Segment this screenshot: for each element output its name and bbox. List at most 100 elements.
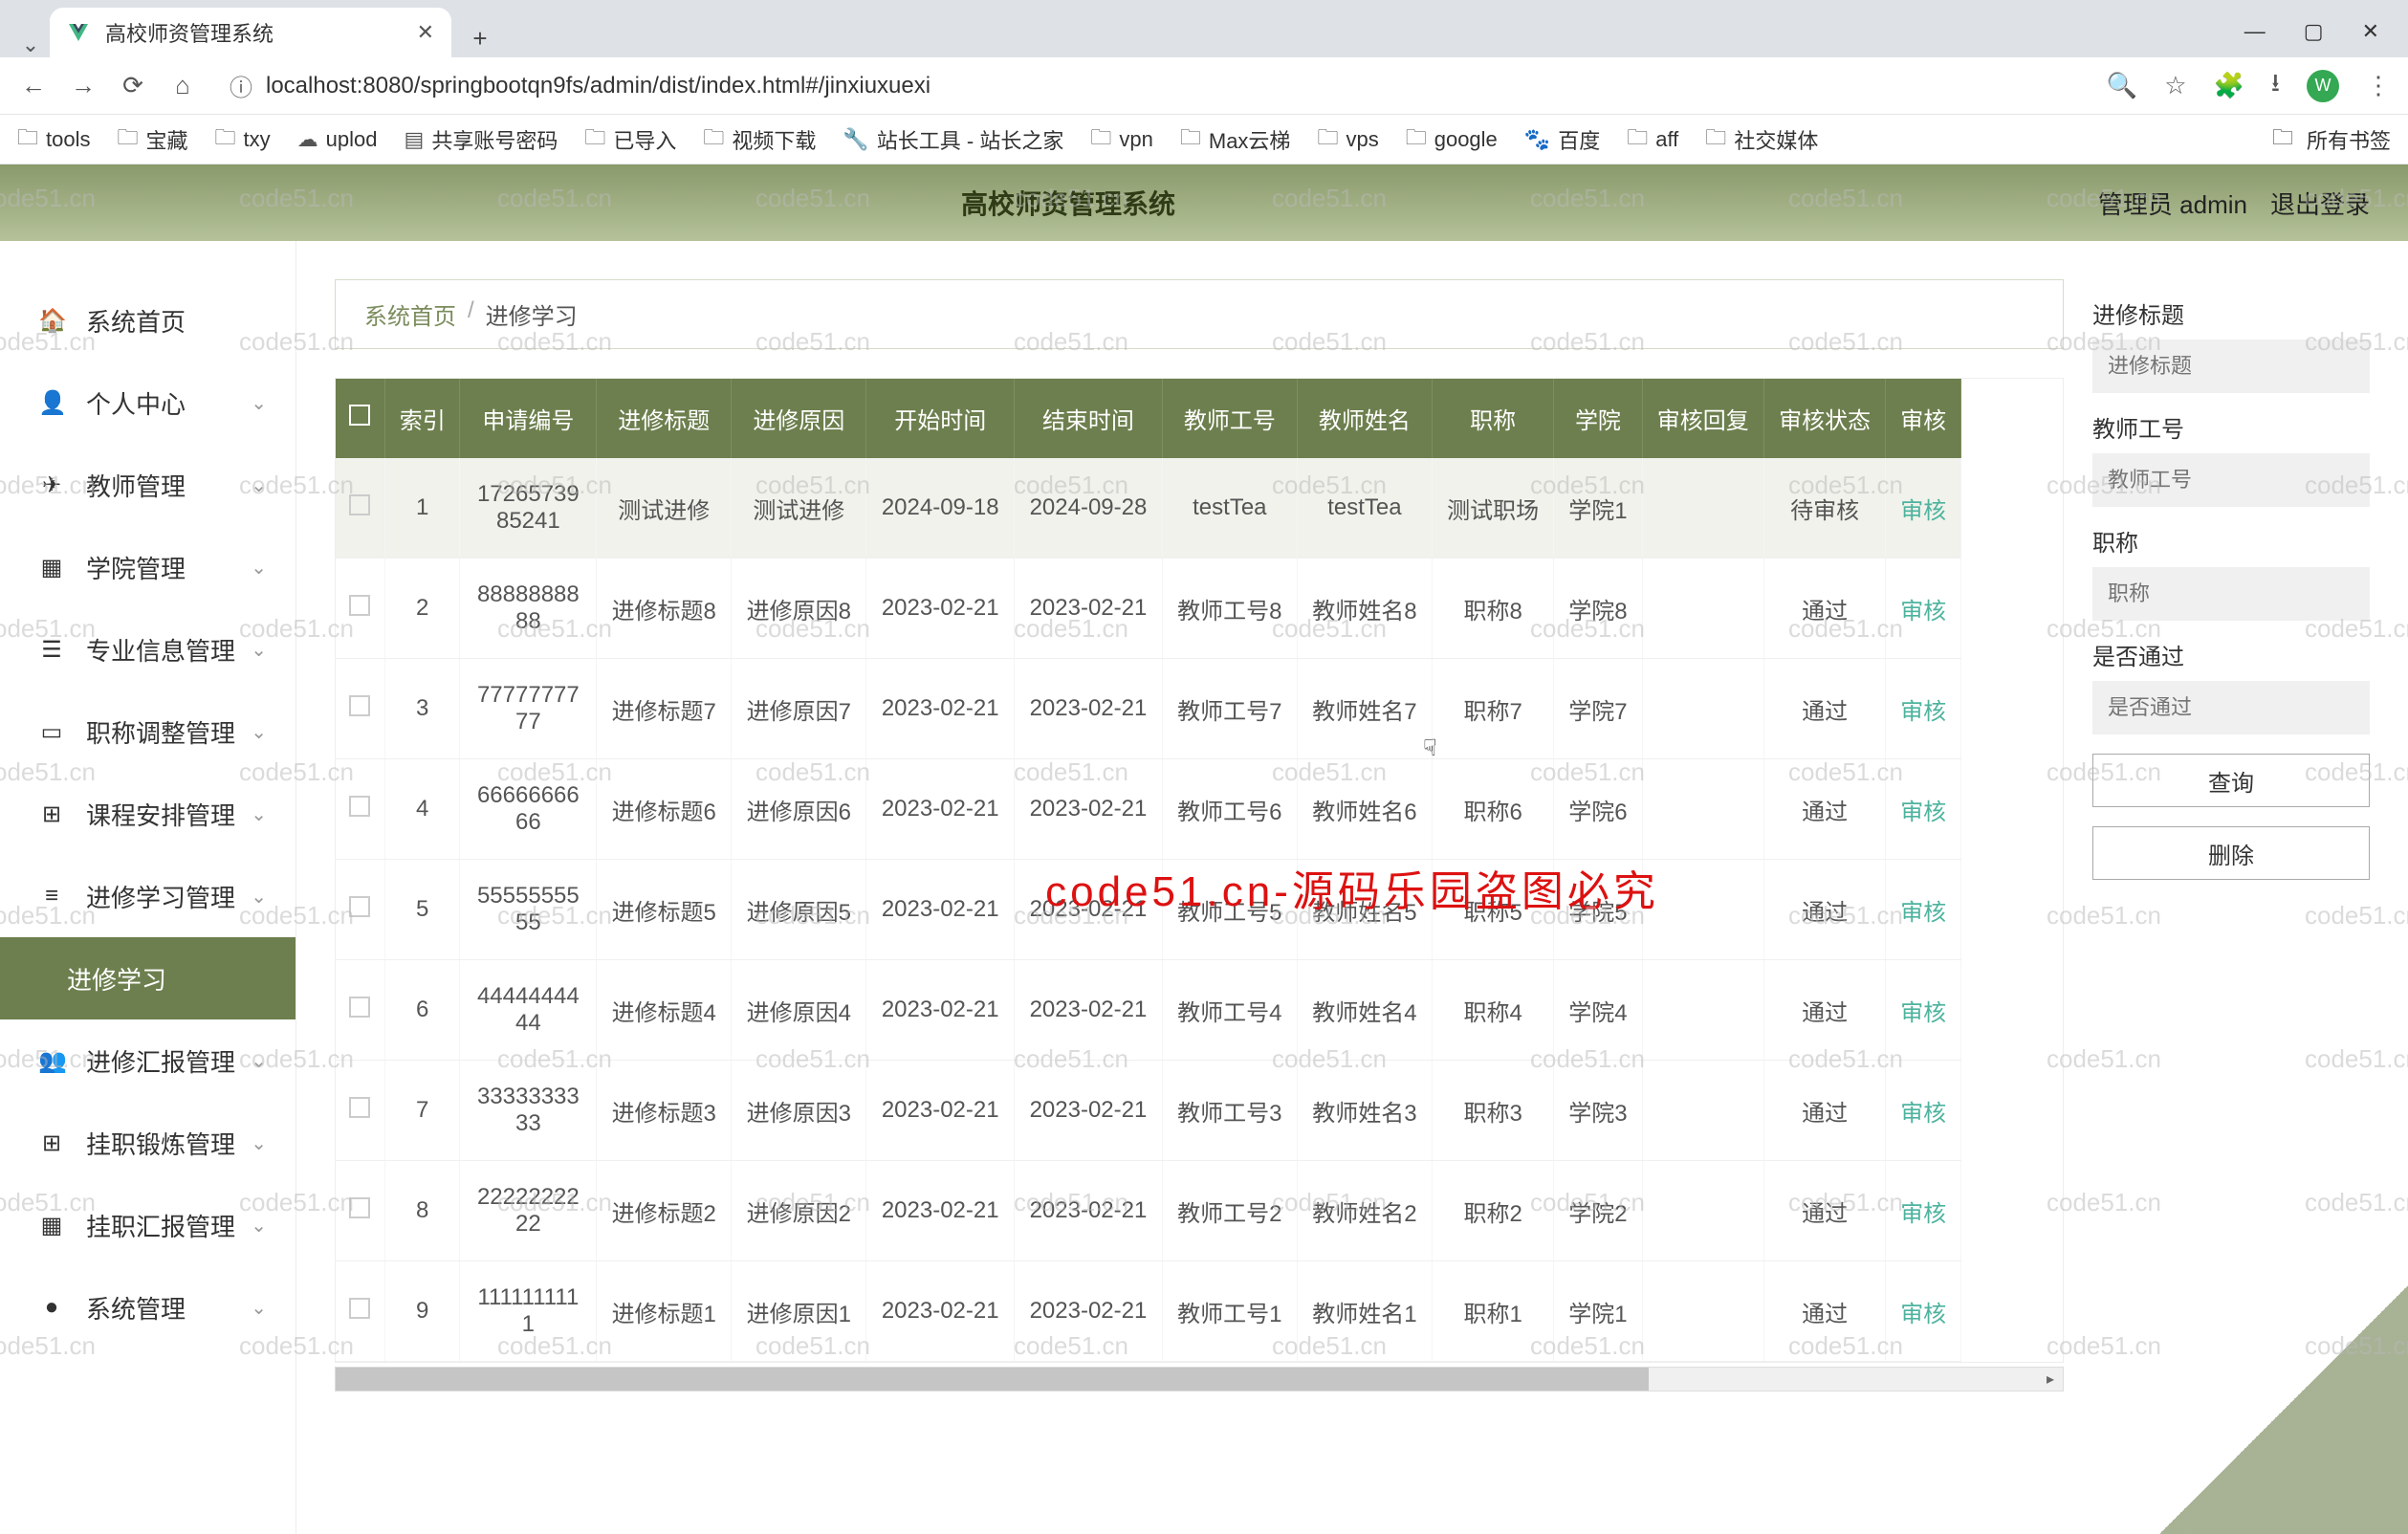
sidebar-item[interactable]: ≡进修学习管理⌄ [0,855,296,937]
filter-rank-input[interactable] [2092,567,2370,621]
horizontal-scrollbar[interactable]: ◂ ▸ [335,1367,2064,1392]
downloads-icon[interactable]: ⭳ [2271,65,2280,107]
sidebar-item[interactable]: ☰专业信息管理⌄ [0,608,296,690]
all-bookmarks-label[interactable]: 所有书签 [2307,124,2391,155]
url-field[interactable]: ⓘ localhost:8080/springbootqn9fs/admin/d… [216,63,2070,108]
bookmark-item[interactable]: 🗀社交媒体 [1705,121,1818,158]
site-info-icon[interactable]: ⓘ [230,69,252,102]
browser-tab[interactable]: 高校师资管理系统 ✕ [50,8,451,57]
audit-link[interactable]: 审核 [1900,900,1946,926]
bookmark-label: 共享账号密码 [431,124,558,155]
table-cell: 审核 [1886,559,1961,659]
filter-tid-input[interactable] [2092,453,2370,507]
bookmark-item[interactable]: 🗀txy [215,121,271,158]
sidebar-item[interactable]: 👥进修汇报管理⌄ [0,1019,296,1102]
table-row[interactable]: 37777777777进修标题7进修原因72023-02-212023-02-2… [336,659,1961,759]
minimize-icon[interactable]: — [2244,19,2266,44]
table-cell [1642,559,1763,659]
close-window-icon[interactable]: ✕ [2362,19,2379,44]
bookmark-item[interactable]: 🗀Max云梯 [1180,121,1291,158]
bookmark-label: 百度 [1558,124,1600,155]
row-checkbox[interactable] [349,997,370,1018]
menu-icon[interactable]: ⋮ [2366,71,2391,100]
sidebar-item[interactable]: ⊞挂职锻炼管理⌄ [0,1102,296,1184]
forward-icon[interactable]: → [67,71,99,100]
table-row[interactable]: 91111111111进修标题1进修原因12023-02-212023-02-2… [336,1261,1961,1362]
filter-pass-input[interactable] [2092,681,2370,734]
row-checkbox[interactable] [349,1298,370,1319]
table-cell: 审核 [1886,1161,1961,1261]
table-cell: 教师姓名1 [1297,1261,1432,1362]
bookmark-item[interactable]: 🔧站长工具 - 站长之家 [843,124,1063,155]
zoom-icon[interactable]: 🔍 [2107,71,2137,100]
table-cell: 6 [384,960,460,1061]
table-cell: 学院7 [1554,659,1642,759]
bookmark-item[interactable]: 🗀aff [1627,121,1678,158]
close-tab-icon[interactable]: ✕ [417,20,434,45]
back-icon[interactable]: ← [17,71,50,100]
new-tab-button[interactable]: + [461,19,499,57]
scroll-right-icon[interactable]: ▸ [2038,1368,2063,1391]
row-checkbox[interactable] [349,896,370,917]
audit-link[interactable]: 审核 [1900,1201,1946,1227]
sidebar-item[interactable]: 进修学习 [0,937,296,1019]
audit-link[interactable]: 审核 [1900,1101,1946,1127]
bookmark-item[interactable]: 🗀tools [17,121,91,158]
table-header: 教师工号 [1162,379,1297,458]
sidebar: 🏠系统首页👤个人中心⌄✈教师管理⌄▦学院管理⌄☰专业信息管理⌄▭职称调整管理⌄⊞… [0,241,296,1534]
home-icon[interactable]: ⌂ [166,71,199,100]
reload-icon[interactable]: ⟳ [117,71,149,100]
bookmark-item[interactable]: 🗀宝藏 [118,121,188,158]
bookmark-item[interactable]: 🗀google [1406,121,1498,158]
maximize-icon[interactable]: ▢ [2304,19,2324,44]
row-checkbox[interactable] [349,695,370,716]
breadcrumb-home[interactable]: 系统首页 [364,297,456,331]
audit-link[interactable]: 审核 [1900,699,1946,725]
table-cell: 进修标题7 [597,659,732,759]
sidebar-item[interactable]: 👤个人中心⌄ [0,362,296,444]
star-icon[interactable]: ☆ [2164,71,2186,100]
table-row[interactable]: 82222222222进修标题2进修原因22023-02-212023-02-2… [336,1161,1961,1261]
profile-avatar[interactable]: W [2307,70,2339,102]
table-row[interactable]: 55555555555进修标题5进修原因52023-02-212023-02-2… [336,860,1961,960]
sidebar-item[interactable]: ●系统管理⌄ [0,1266,296,1348]
sidebar-item[interactable]: ▦挂职汇报管理⌄ [0,1184,296,1266]
bookmark-item[interactable]: ▤共享账号密码 [405,124,558,155]
scrollbar-thumb[interactable] [336,1368,1649,1391]
sidebar-icon: ✈ [38,471,65,499]
query-button[interactable]: 查询 [2092,754,2370,807]
bookmark-item[interactable]: 🗀vpn [1090,121,1153,158]
row-checkbox[interactable] [349,1097,370,1118]
row-checkbox[interactable] [349,494,370,515]
table-row[interactable]: 11726573985241测试进修测试进修2024-09-182024-09-… [336,458,1961,559]
row-checkbox[interactable] [349,796,370,817]
audit-link[interactable]: 审核 [1900,1000,1946,1026]
table-row[interactable]: 28888888888进修标题8进修原因82023-02-212023-02-2… [336,559,1961,659]
filter-title-input[interactable] [2092,340,2370,393]
bookmark-item[interactable]: ☁uplod [297,127,378,152]
bookmark-item[interactable]: 🗀vps [1317,121,1378,158]
bookmark-item[interactable]: 🗀视频下载 [703,121,816,158]
audit-link[interactable]: 审核 [1900,498,1946,524]
table-row[interactable]: 46666666666进修标题6进修原因62023-02-212023-02-2… [336,759,1961,860]
select-all-checkbox[interactable] [349,405,370,426]
row-checkbox[interactable] [349,1197,370,1218]
tab-list-chevron-icon[interactable]: ⌄ [11,33,50,57]
extensions-icon[interactable]: 🧩 [2214,71,2244,100]
audit-link[interactable]: 审核 [1900,599,1946,625]
bookmark-item[interactable]: 🐾百度 [1524,124,1600,155]
sidebar-item[interactable]: 🏠系统首页 [0,279,296,362]
table-row[interactable]: 64444444444进修标题4进修原因42023-02-212023-02-2… [336,960,1961,1061]
delete-button[interactable]: 删除 [2092,826,2370,880]
audit-link[interactable]: 审核 [1900,800,1946,825]
table-row[interactable]: 73333333333进修标题3进修原因32023-02-212023-02-2… [336,1061,1961,1161]
sidebar-item[interactable]: ▭职称调整管理⌄ [0,690,296,773]
logout-link[interactable]: 退出登录 [2270,186,2370,221]
row-checkbox[interactable] [349,595,370,616]
sidebar-item[interactable]: ⊞课程安排管理⌄ [0,773,296,855]
bookmark-item[interactable]: 🗀已导入 [584,121,676,158]
sidebar-item[interactable]: ✈教师管理⌄ [0,444,296,526]
sidebar-item[interactable]: ▦学院管理⌄ [0,526,296,608]
bookmark-label: 已导入 [613,124,676,155]
audit-link[interactable]: 审核 [1900,1302,1946,1327]
